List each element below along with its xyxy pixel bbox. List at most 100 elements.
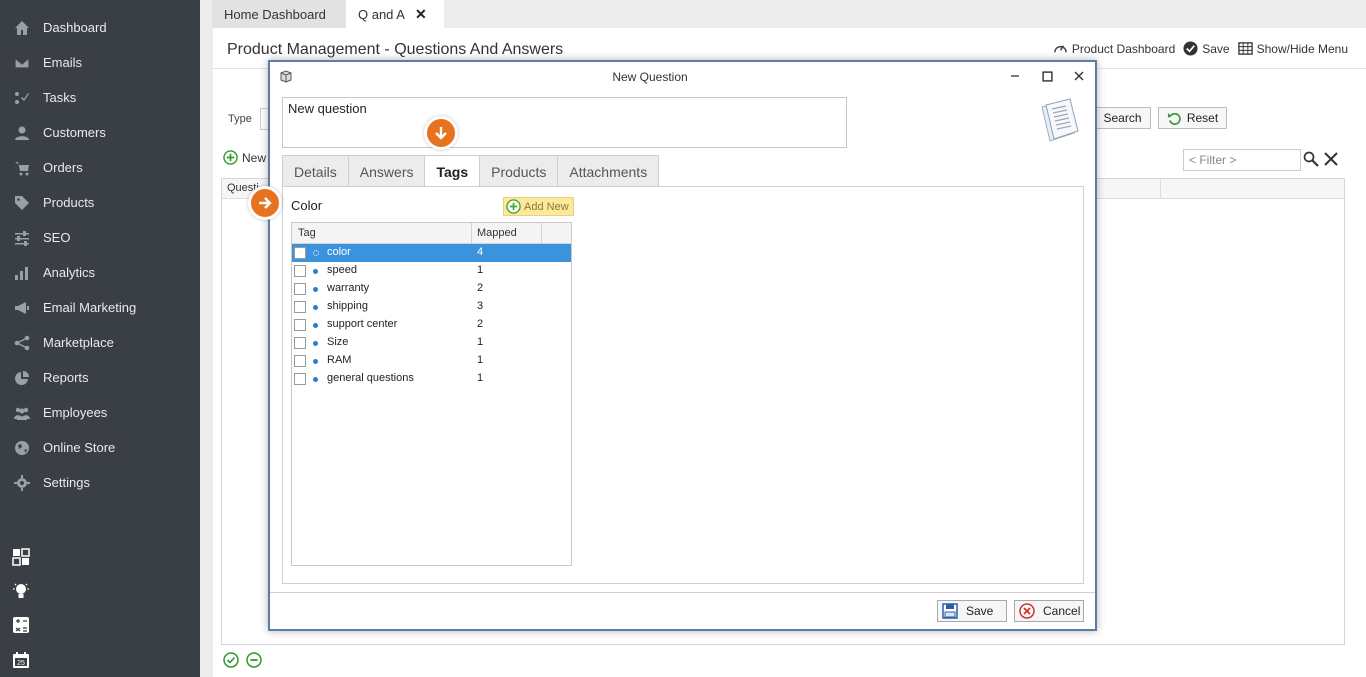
dialog-cancel-button[interactable]: Cancel bbox=[1014, 600, 1084, 622]
tag-mapped-count: 1 bbox=[477, 264, 484, 276]
dialog-cancel-label: Cancel bbox=[1043, 604, 1081, 618]
tag-name: RAM bbox=[327, 354, 352, 366]
group-icon bbox=[12, 405, 32, 421]
calendar-icon[interactable]: 25 bbox=[12, 651, 30, 669]
bar-chart-icon bbox=[12, 265, 32, 281]
sidebar-item-analytics[interactable]: Analytics bbox=[0, 255, 200, 290]
row-checkbox[interactable] bbox=[294, 301, 306, 313]
column-header-mapped[interactable]: Mapped bbox=[477, 227, 517, 239]
show-hide-menu-button[interactable]: Show/Hide Menu bbox=[1237, 41, 1348, 56]
sidebar-item-dashboard[interactable]: Dashboard bbox=[0, 10, 200, 45]
tab-answers[interactable]: Answers bbox=[347, 155, 426, 187]
close-dialog-button[interactable] bbox=[1069, 66, 1089, 86]
remove-icon[interactable] bbox=[246, 652, 262, 668]
add-circle-icon bbox=[506, 199, 521, 214]
tab-tags[interactable]: Tags bbox=[424, 155, 481, 188]
sidebar-item-label: Orders bbox=[43, 160, 83, 175]
sidebar-item-reports[interactable]: Reports bbox=[0, 360, 200, 395]
reset-label: Reset bbox=[1186, 111, 1219, 125]
search-label: Search bbox=[1103, 111, 1142, 125]
sidebar-item-seo[interactable]: SEO bbox=[0, 220, 200, 255]
tab-details[interactable]: Details bbox=[282, 155, 349, 187]
tags-panel: Color Add New Tag Mapped color 4 speed 1 bbox=[282, 186, 1084, 584]
new-button[interactable]: New bbox=[223, 150, 266, 165]
row-checkbox[interactable] bbox=[294, 373, 306, 385]
tag-row[interactable]: RAM 1 bbox=[292, 352, 571, 370]
sidebar-item-email-marketing[interactable]: Email Marketing bbox=[0, 290, 200, 325]
row-checkbox[interactable] bbox=[294, 247, 306, 259]
sidebar-item-emails[interactable]: Emails bbox=[0, 45, 200, 80]
tag-mapped-count: 1 bbox=[477, 372, 484, 384]
tag-icon bbox=[12, 195, 32, 211]
row-checkbox[interactable] bbox=[294, 283, 306, 295]
tab-q-and-a[interactable]: Q and A ✕ bbox=[346, 0, 444, 28]
tag-row[interactable]: warranty 2 bbox=[292, 280, 571, 298]
tab-attachments[interactable]: Attachments bbox=[557, 155, 660, 187]
tag-name: Size bbox=[327, 336, 349, 348]
product-dashboard-button[interactable]: Product Dashboard bbox=[1053, 41, 1175, 56]
sidebar-item-label: Emails bbox=[43, 55, 83, 70]
tab-products[interactable]: Products bbox=[479, 155, 559, 187]
tag-row[interactable]: speed 1 bbox=[292, 262, 571, 280]
minimize-button[interactable] bbox=[1005, 66, 1025, 86]
tag-row[interactable]: general questions 1 bbox=[292, 370, 571, 388]
sidebar-item-online-store[interactable]: Online Store bbox=[0, 430, 200, 465]
search-icon[interactable] bbox=[1303, 151, 1319, 167]
close-icon[interactable]: ✕ bbox=[415, 6, 427, 23]
sidebar-item-marketplace[interactable]: Marketplace bbox=[0, 325, 200, 360]
bullet-icon bbox=[313, 305, 318, 310]
gear-icon bbox=[12, 474, 32, 491]
page-title: Product Management - Questions And Answe… bbox=[227, 41, 564, 58]
minimize-icon bbox=[1011, 75, 1019, 77]
cart-icon bbox=[12, 160, 32, 176]
bullet-icon bbox=[313, 323, 318, 328]
tag-row[interactable]: color 4 bbox=[292, 244, 571, 262]
sidebar-item-customers[interactable]: Customers bbox=[0, 115, 200, 150]
dialog-save-button[interactable]: Save bbox=[937, 600, 1007, 622]
sidebar-item-label: Email Marketing bbox=[43, 300, 137, 315]
sidebar-item-products[interactable]: Products bbox=[0, 185, 200, 220]
sidebar-item-employees[interactable]: Employees bbox=[0, 395, 200, 430]
person-icon bbox=[12, 125, 32, 141]
calculator-icon[interactable] bbox=[12, 616, 30, 634]
clear-filter-icon[interactable] bbox=[1323, 151, 1339, 167]
lightbulb-icon[interactable] bbox=[12, 582, 30, 600]
product-dashboard-label: Product Dashboard bbox=[1071, 41, 1176, 56]
maximize-icon bbox=[1041, 70, 1053, 82]
bullet-icon bbox=[313, 359, 318, 364]
tag-mapped-count: 4 bbox=[477, 246, 484, 258]
tab-home-dashboard[interactable]: Home Dashboard bbox=[212, 0, 346, 28]
tag-name: speed bbox=[327, 264, 357, 276]
dialog-title: New Question bbox=[612, 70, 688, 84]
confirm-icon[interactable] bbox=[223, 652, 239, 668]
sidebar-item-orders[interactable]: Orders bbox=[0, 150, 200, 185]
bullet-icon bbox=[313, 250, 319, 256]
filter-input[interactable]: < Filter > bbox=[1183, 149, 1301, 171]
save-button[interactable]: Save bbox=[1183, 41, 1230, 56]
search-button[interactable]: Search bbox=[1095, 107, 1151, 129]
sidebar-item-label: Reports bbox=[43, 370, 89, 385]
reset-button[interactable]: Reset bbox=[1158, 107, 1227, 129]
windows-icon[interactable] bbox=[12, 548, 30, 566]
sidebar-item-tasks[interactable]: Tasks bbox=[0, 80, 200, 115]
row-checkbox[interactable] bbox=[294, 355, 306, 367]
tag-input[interactable]: Color bbox=[287, 195, 505, 217]
row-checkbox[interactable] bbox=[294, 319, 306, 331]
add-new-tag-button[interactable]: Add New bbox=[503, 197, 574, 216]
sidebar-item-label: Analytics bbox=[43, 265, 96, 280]
sidebar-item-settings[interactable]: Settings bbox=[0, 465, 200, 500]
tag-row[interactable]: shipping 3 bbox=[292, 298, 571, 316]
maximize-button[interactable] bbox=[1037, 66, 1057, 86]
tag-row[interactable]: support center 2 bbox=[292, 316, 571, 334]
row-checkbox[interactable] bbox=[294, 337, 306, 349]
row-checkbox[interactable] bbox=[294, 265, 306, 277]
bullet-icon bbox=[313, 377, 318, 382]
dialog-titlebar[interactable]: New Question bbox=[270, 62, 1095, 90]
column-separator bbox=[471, 223, 472, 244]
tag-name: warranty bbox=[327, 282, 370, 294]
tag-name: general questions bbox=[327, 372, 414, 384]
question-text-input[interactable]: New question bbox=[282, 97, 847, 148]
new-label: New bbox=[242, 150, 267, 165]
tag-row[interactable]: Size 1 bbox=[292, 334, 571, 352]
column-header-tag[interactable]: Tag bbox=[298, 227, 316, 239]
